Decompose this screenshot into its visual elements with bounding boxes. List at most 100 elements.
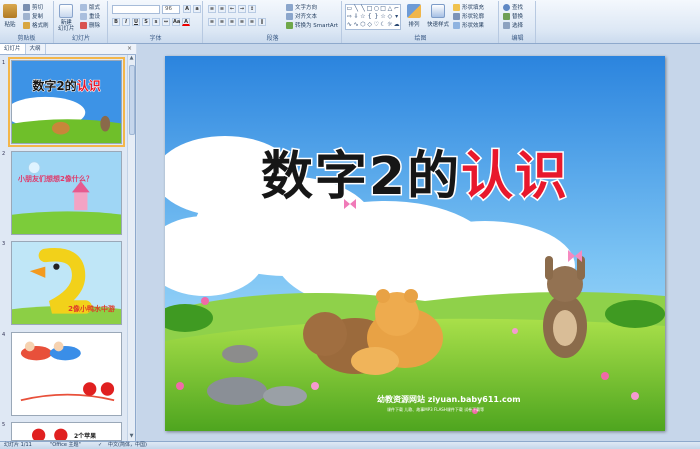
text-direction-button[interactable]: 文字方向 xyxy=(286,3,317,11)
cut-button[interactable]: 剪切 xyxy=(23,3,43,11)
diamond-shape-icon[interactable]: ◇ xyxy=(366,21,373,29)
wave-shape-icon[interactable]: ∿ xyxy=(353,21,360,29)
drawing-group: ▭ ╲ ╲ □ ○ □ △ ⌐ ⇨ ⇩ ☆{} ☆ ◇ ▾ ∿ ∿ ⬡ ◇ ♡ ☾ ☼ ☁ 排列 快速样式 形状填充 … xyxy=(343,1,499,43)
close-panel-icon[interactable]: × xyxy=(127,45,132,52)
bold-icon[interactable]: B xyxy=(112,18,120,26)
shape-fill-label: 形状填充 xyxy=(462,5,485,11)
tab-outline[interactable]: 大纲 xyxy=(26,44,46,54)
callout-shape-icon[interactable]: ◇ xyxy=(387,13,394,21)
indent-icon[interactable]: → xyxy=(238,5,246,13)
slide-title-black: 数字2的 xyxy=(259,146,462,209)
connector-shape-icon[interactable]: ⌐ xyxy=(393,5,400,13)
current-slide[interactable]: 数字2的认识 幼教资源网站 ziyuan.baby611.com 课件下载 儿歌… xyxy=(165,56,665,431)
slide-thumbnail-3[interactable]: 2像小鸭水中游 xyxy=(11,241,122,325)
heart-shape-icon[interactable]: ♡ xyxy=(373,21,380,29)
thumb-number-1: 1 xyxy=(2,60,6,66)
shape-fill-button[interactable]: 形状填充 xyxy=(453,3,484,11)
delete-button[interactable]: 删除 xyxy=(80,21,100,29)
align-left-icon[interactable]: ≡ xyxy=(208,18,216,26)
shadow-icon[interactable]: s xyxy=(152,18,160,26)
smartart-button[interactable]: 转换为 SmartArt xyxy=(286,21,338,29)
slide-thumbnail-4[interactable] xyxy=(11,332,122,416)
star-shape-icon-2[interactable]: ☆ xyxy=(380,13,387,21)
quick-styles-button[interactable]: 快速样式 xyxy=(427,4,449,28)
paste-icon xyxy=(3,4,17,18)
replace-button[interactable]: 替换 xyxy=(503,12,523,20)
case-icon[interactable]: Aa xyxy=(172,18,180,26)
line-shape-icon-2[interactable]: ╲ xyxy=(360,5,367,13)
smartart-label: 转换为 SmartArt xyxy=(295,23,339,29)
thumb-2-question: 小朋友们想想2像什么？ xyxy=(18,175,93,183)
scroll-down-icon[interactable]: ▼ xyxy=(128,433,135,441)
brace-shape-icon[interactable]: { xyxy=(366,13,373,21)
numbering-icon[interactable]: ≡ xyxy=(218,5,226,13)
distributed-icon[interactable]: ≡ xyxy=(248,18,256,26)
shapes-gallery[interactable]: ▭ ╲ ╲ □ ○ □ △ ⌐ ⇨ ⇩ ☆{} ☆ ◇ ▾ ∿ ∿ ⬡ ◇ ♡ ☾ ☼ ☁ xyxy=(345,4,401,30)
new-slide-button[interactable]: 新建 幻灯片 xyxy=(58,4,75,32)
oval-shape-icon[interactable]: ○ xyxy=(373,5,380,13)
cloud-shape-icon[interactable]: ☁ xyxy=(393,21,400,29)
columns-icon[interactable]: ∥ xyxy=(258,18,266,26)
slide-thumbnail-2[interactable]: 小朋友们想想2像什么？ xyxy=(11,151,122,235)
shrink-font-icon[interactable]: a xyxy=(193,5,201,13)
align-center-icon[interactable]: ≡ xyxy=(218,18,226,26)
strike-icon[interactable]: S xyxy=(142,18,150,26)
align-right-icon[interactable]: ≡ xyxy=(228,18,236,26)
layout-button[interactable]: 版式 xyxy=(80,3,100,11)
brace-shape-icon-2[interactable]: } xyxy=(373,13,380,21)
reset-button[interactable]: 重设 xyxy=(80,12,100,20)
spacing-icon[interactable]: ↔ xyxy=(162,18,170,26)
select-button[interactable]: 选择 xyxy=(503,21,523,29)
reset-label: 重设 xyxy=(89,14,101,20)
moon-shape-icon[interactable]: ☾ xyxy=(380,21,387,29)
scroll-up-icon[interactable]: ▲ xyxy=(128,55,135,63)
copy-button[interactable]: 复制 xyxy=(23,12,43,20)
rect-shape-icon[interactable]: □ xyxy=(366,5,373,13)
spell-check-icon[interactable]: ✓ xyxy=(98,442,102,449)
new-slide-icon xyxy=(59,4,74,18)
shape-effects-button[interactable]: 形状效果 xyxy=(453,21,484,29)
grow-font-icon[interactable]: A xyxy=(183,5,191,13)
slide-thumbnail-1[interactable]: 数字2的认识 xyxy=(8,57,125,147)
ribbon: 粘贴 剪切 复制 格式刷 剪贴板 新建 幻灯片 版式 重设 删除 幻灯片 96 … xyxy=(0,0,700,44)
outdent-icon[interactable]: ← xyxy=(228,5,236,13)
text-direction-icon xyxy=(286,3,293,11)
thumb-number-5: 5 xyxy=(2,422,6,428)
arrow-shape-icon-2[interactable]: ⇩ xyxy=(353,13,360,21)
font-color-icon[interactable]: A xyxy=(182,18,190,26)
justify-icon[interactable]: ≡ xyxy=(238,18,246,26)
format-painter-button[interactable]: 格式刷 xyxy=(23,21,49,29)
curve-shape-icon[interactable]: ∿ xyxy=(346,21,353,29)
underline-icon[interactable]: U xyxy=(132,18,140,26)
hex-shape-icon[interactable]: ⬡ xyxy=(360,21,367,29)
text-box-shape-icon[interactable]: ▭ xyxy=(346,5,353,13)
rect-shape-icon-2[interactable]: □ xyxy=(380,5,387,13)
bullets-icon[interactable]: ≡ xyxy=(208,5,216,13)
star-shape-icon[interactable]: ☆ xyxy=(360,13,367,21)
more-shapes-icon[interactable]: ▾ xyxy=(393,13,400,21)
panel-scrollbar[interactable]: ▲ ▼ xyxy=(127,55,135,441)
shape-outline-button[interactable]: 形状轮廓 xyxy=(453,12,484,20)
font-name-combo[interactable] xyxy=(112,5,160,14)
scroll-thumb[interactable] xyxy=(129,65,135,135)
quick-styles-label: 快速样式 xyxy=(427,22,450,28)
arrow-shape-icon[interactable]: ⇨ xyxy=(346,13,353,21)
arrange-button[interactable]: 排列 xyxy=(407,4,421,28)
align-text-button[interactable]: 对齐文本 xyxy=(286,12,317,20)
triangle-shape-icon[interactable]: △ xyxy=(387,5,394,13)
italic-icon[interactable]: I xyxy=(122,18,130,26)
thumb-4-art xyxy=(12,333,121,415)
slide-title[interactable]: 数字2的认识 xyxy=(165,134,665,209)
paste-button[interactable]: 粘贴 xyxy=(3,4,17,28)
slide-thumbnail-5[interactable]: 2个苹果 xyxy=(11,422,122,441)
font-size-combo[interactable]: 96 xyxy=(162,5,180,14)
language[interactable]: 中文(简体，中国) xyxy=(108,442,147,449)
thumb-1-title-red: 认识 xyxy=(76,79,101,94)
sun-shape-icon[interactable]: ☼ xyxy=(387,21,394,29)
line-shape-icon[interactable]: ╲ xyxy=(353,5,360,13)
line-spacing-icon[interactable]: ↕ xyxy=(248,5,256,13)
find-button[interactable]: 查找 xyxy=(503,3,523,11)
copy-label: 复制 xyxy=(32,14,44,20)
tab-slides[interactable]: 幻灯片 xyxy=(0,44,26,54)
paragraph-group: ≡ ≡ ← → ↕ ≡ ≡ ≡ ≡ ≡ ∥ 文字方向 对齐文本 转换为 SmartArt 段落 xyxy=(204,1,342,43)
